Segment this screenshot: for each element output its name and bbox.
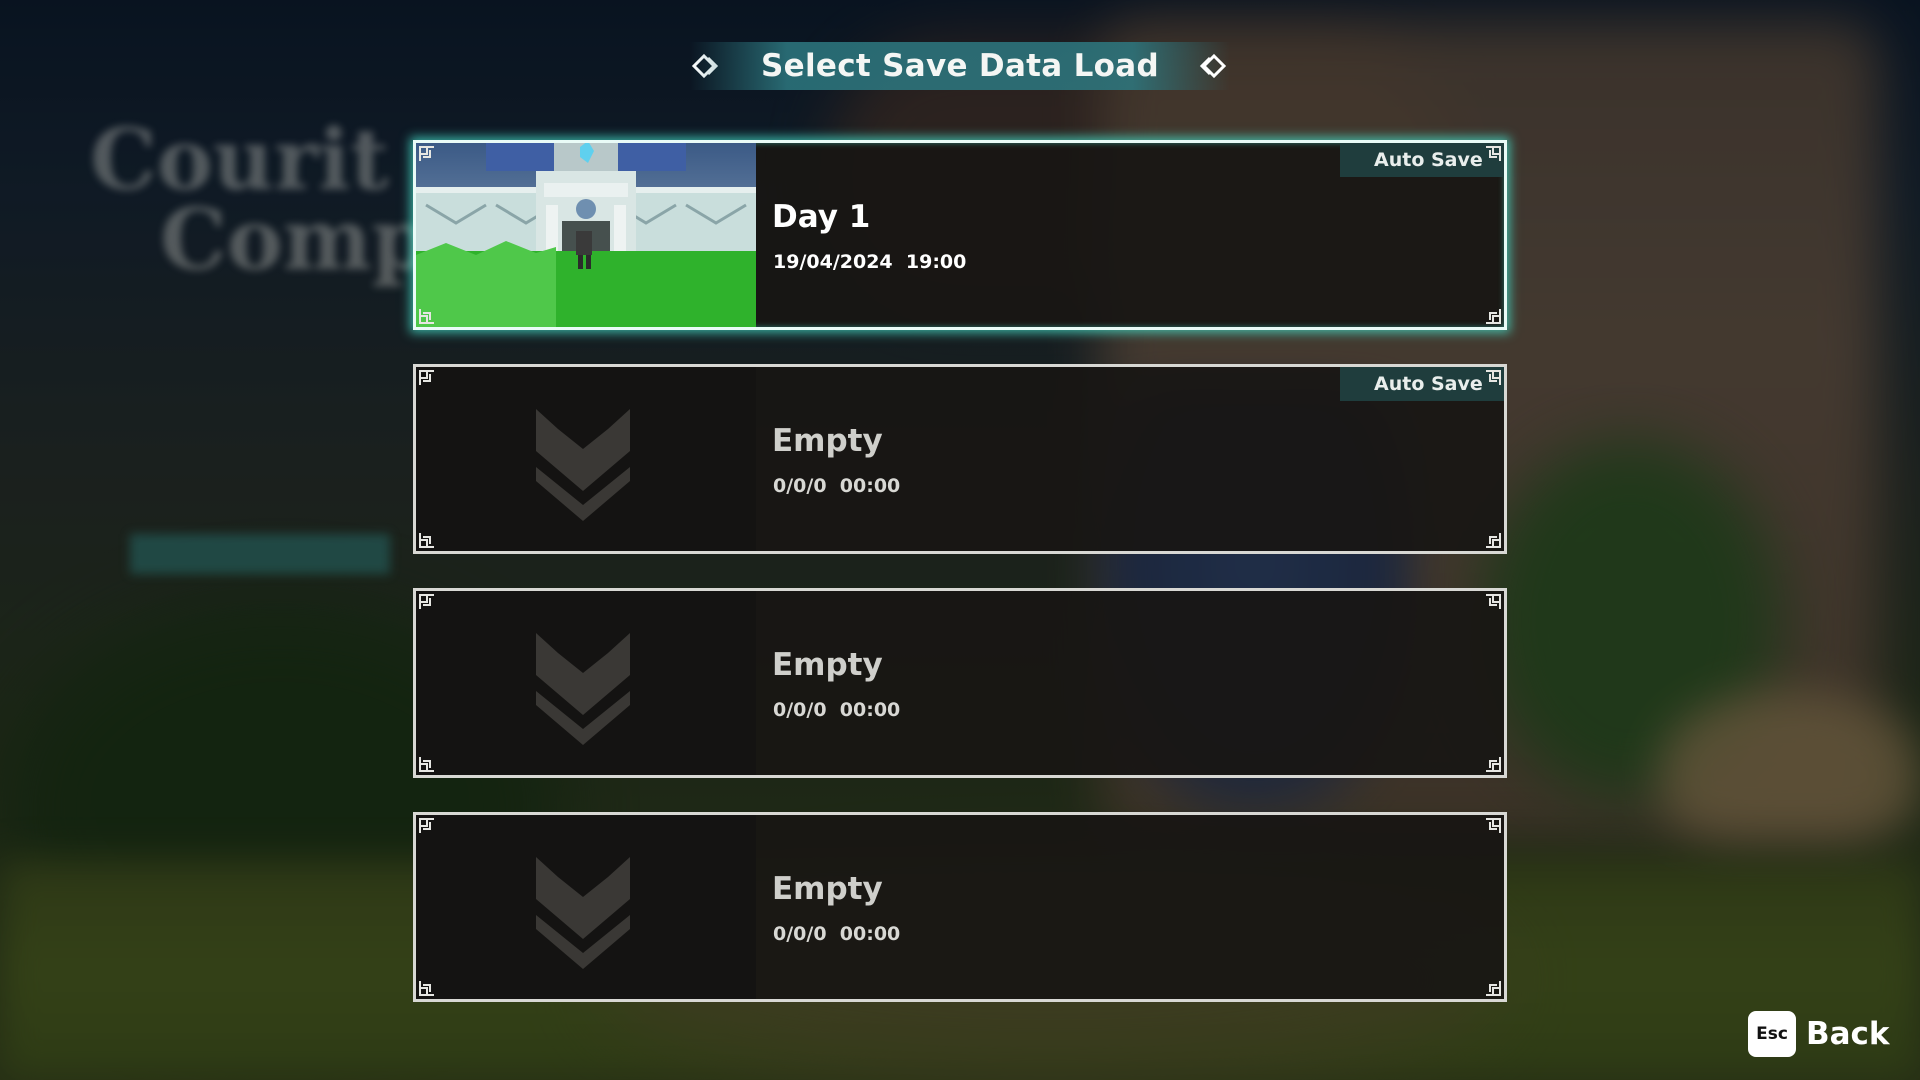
save-slot-date: 19/04/2024 — [773, 251, 893, 273]
corner-ornament-icon — [1484, 369, 1502, 387]
save-slot-time: 00:00 — [839, 923, 901, 945]
background-logo-line: Courit — [90, 110, 389, 209]
background-menu-item — [130, 656, 390, 696]
save-slot-2[interactable]: Auto Save Empty 0/0/0 00:00 — [413, 364, 1507, 554]
corner-ornament-icon — [1484, 755, 1502, 773]
save-slot-timestamp: 0/0/0 00:00 — [773, 699, 900, 721]
back-label: Back — [1806, 1016, 1890, 1052]
save-slot-title: Empty — [772, 871, 883, 907]
corner-ornament-icon — [418, 979, 436, 997]
corner-ornament-icon — [1484, 979, 1502, 997]
corner-ornament-icon — [1484, 145, 1502, 163]
background-menu-item — [130, 717, 390, 757]
corner-ornament-icon — [418, 145, 436, 163]
corner-ornament-icon — [418, 307, 436, 325]
save-slot-timestamp: 0/0/0 00:00 — [773, 475, 900, 497]
corner-ornament-icon — [418, 593, 436, 611]
empty-slot-emblem-icon — [528, 405, 638, 525]
corner-ornament-icon — [418, 755, 436, 773]
save-slot-1[interactable]: Auto Save Day 1 19/04/2024 19:00 — [413, 140, 1507, 330]
background-menu-item — [130, 534, 390, 574]
empty-slot-emblem-icon — [528, 629, 638, 749]
load-screen: Courit Compa Select Save Data Load Auto … — [0, 0, 1920, 1080]
auto-save-badge: Auto Save — [1340, 367, 1504, 401]
empty-slot-thumbnail — [416, 591, 756, 775]
empty-slot-thumbnail — [416, 815, 756, 999]
back-button[interactable]: Esc Back — [1748, 1010, 1890, 1058]
save-slot-date: 0/0/0 — [773, 923, 827, 945]
corner-ornament-icon — [1484, 817, 1502, 835]
page-title: Select Save Data Load — [761, 48, 1159, 84]
save-slot-time: 00:00 — [839, 699, 901, 721]
corner-ornament-icon — [418, 817, 436, 835]
background-main-menu — [130, 412, 390, 778]
save-slot-3[interactable]: Empty 0/0/0 00:00 — [413, 588, 1507, 778]
corner-ornament-icon — [1484, 307, 1502, 325]
empty-slot-emblem-icon — [528, 853, 638, 973]
background-menu-item — [130, 473, 390, 513]
save-slot-title: Empty — [772, 647, 883, 683]
save-slot-title: Day 1 — [772, 199, 871, 235]
corner-ornament-icon — [1484, 593, 1502, 611]
save-slot-time: 00:00 — [839, 475, 901, 497]
corner-ornament-icon — [418, 531, 436, 549]
corner-ornament-icon — [418, 369, 436, 387]
background-menu-item — [130, 412, 390, 452]
save-slot-title: Empty — [772, 423, 883, 459]
save-slot-4[interactable]: Empty 0/0/0 00:00 — [413, 812, 1507, 1002]
save-slot-time: 19:00 — [905, 251, 967, 273]
save-slot-date: 0/0/0 — [773, 475, 827, 497]
title-banner: Select Save Data Load — [690, 42, 1230, 90]
background-menu-item — [130, 595, 390, 635]
diamond-ornament-icon — [1199, 53, 1227, 79]
esc-key-icon: Esc — [1748, 1011, 1796, 1057]
empty-slot-thumbnail — [416, 367, 756, 551]
background-logo-line: Compa — [160, 190, 485, 289]
save-slot-date: 0/0/0 — [773, 699, 827, 721]
save-slot-timestamp: 19/04/2024 19:00 — [773, 251, 966, 273]
corner-ornament-icon — [1484, 531, 1502, 549]
background-game-logo: Courit Compa — [90, 110, 485, 320]
auto-save-badge: Auto Save — [1340, 143, 1504, 177]
save-preview-thumbnail — [416, 143, 756, 327]
save-slot-timestamp: 0/0/0 00:00 — [773, 923, 900, 945]
